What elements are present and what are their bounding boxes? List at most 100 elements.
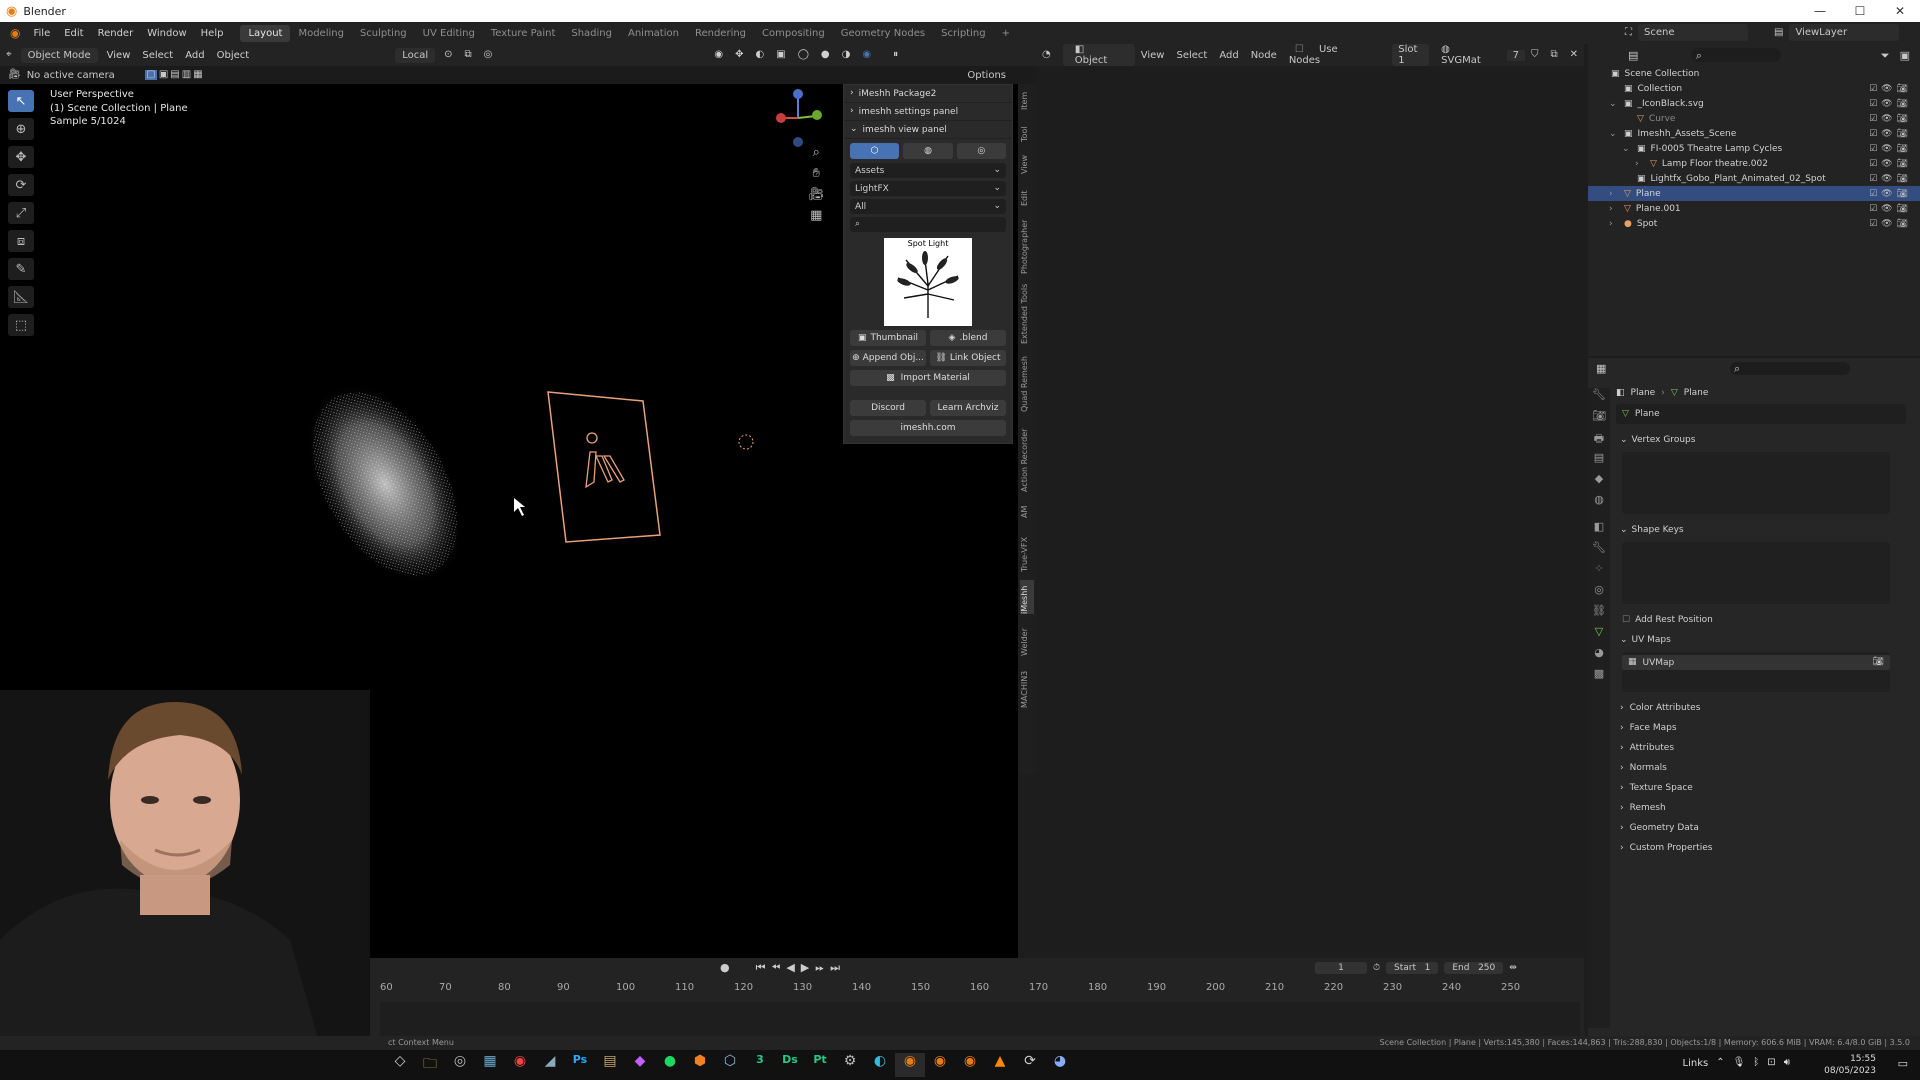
collapsed-section-header[interactable]: › Attributes	[1616, 738, 1906, 758]
tab-quad-remesh[interactable]: Quad Remesh	[1020, 352, 1034, 412]
collapsed-section-header[interactable]: › Normals	[1616, 758, 1906, 778]
node-menu-select[interactable]: Select	[1170, 50, 1213, 61]
collapsed-section-header[interactable]: › Remesh	[1616, 798, 1906, 818]
select-mode-intersect-icon[interactable]: ▦	[193, 70, 202, 80]
menu-add[interactable]: Add	[179, 48, 210, 63]
pause-render-icon[interactable]: ⏸	[887, 48, 904, 62]
uv-map-item[interactable]: ▦ UVMap 📷︎	[1622, 655, 1890, 670]
expand-arrow-icon[interactable]: ⌄	[1609, 129, 1619, 139]
network-icon[interactable]: ⊡	[1767, 1058, 1775, 1069]
tab-texture-paint[interactable]: Texture Paint	[483, 25, 564, 42]
node-menu-view[interactable]: View	[1135, 50, 1171, 61]
mode-dropdown[interactable]: Object Mode	[20, 47, 98, 63]
tab-am[interactable]: AM	[1020, 500, 1034, 518]
import-material-button[interactable]: ▩ Import Material	[850, 370, 1006, 386]
app-c-icon[interactable]: ◐	[865, 1053, 895, 1077]
visibility-toggle-icons[interactable]: ☑👁︎📷︎	[1869, 129, 1912, 139]
tab-rendering[interactable]: Rendering	[687, 25, 754, 42]
collapsed-section-header[interactable]: › Custom Properties	[1616, 838, 1906, 858]
select-mode-subtract-icon[interactable]: ▤	[170, 70, 179, 80]
tool-tab-icon[interactable]: 🔧︎	[1588, 388, 1610, 409]
tab-scripting[interactable]: Scripting	[933, 25, 993, 42]
render-tab-icon[interactable]: 📷︎	[1588, 409, 1610, 430]
collapsed-section-header[interactable]: › Geometry Data	[1616, 818, 1906, 838]
blender-menu-icon[interactable]: ◉	[0, 27, 26, 39]
shape-keys-header[interactable]: ⌄ Shape Keys	[1616, 520, 1906, 540]
chrome-icon[interactable]: ◉	[505, 1053, 535, 1077]
properties-editor-icon[interactable]: ▦	[1596, 363, 1606, 374]
outliner-row[interactable]: ⌄ ▣ FI-0005 Theatre Lamp Cycles ☑👁︎📷︎	[1588, 141, 1920, 156]
output-tab-icon[interactable]: 🖶︎	[1588, 430, 1610, 451]
active-camera-label[interactable]: No active camera	[27, 70, 115, 81]
current-frame-field[interactable]: 1	[1315, 962, 1367, 974]
pivot-icon[interactable]: ⊙	[438, 48, 458, 62]
preview-range-icon[interactable]: ⇹	[1509, 963, 1517, 973]
shading-material-icon[interactable]: ◑	[836, 48, 857, 62]
display-mode-icon[interactable]: ▤	[1628, 50, 1638, 61]
shading-wireframe-icon[interactable]: ◯	[792, 48, 815, 62]
visibility-toggle-icons[interactable]: ☑👁︎📷︎	[1869, 174, 1912, 184]
world-tab-icon[interactable]: ◍	[1588, 493, 1610, 514]
asset-thumbnail[interactable]: Spot Light	[884, 238, 972, 326]
render-camera-icon[interactable]: 📷︎	[1873, 658, 1884, 667]
tab-geometry-nodes[interactable]: Geometry Nodes	[833, 25, 933, 42]
snap-icon[interactable]: ⧉	[459, 48, 478, 62]
tab-imeshh[interactable]: iMeshh	[1020, 580, 1034, 614]
thumbnail-button[interactable]: ▣ Thumbnail	[850, 330, 926, 346]
spot-light-icon[interactable]	[738, 434, 754, 450]
node-menu-node[interactable]: Node	[1245, 50, 1283, 61]
expand-arrow-icon[interactable]: ›	[1609, 189, 1619, 199]
blender-taskbar-icon[interactable]: ◉	[895, 1053, 925, 1077]
tab-tool[interactable]: Tool	[1020, 120, 1034, 142]
clock[interactable]: 15:55 08/05/2023	[1824, 1053, 1876, 1077]
select-mode-invert-icon[interactable]: ▥	[182, 70, 191, 80]
imeshh-settings-header[interactable]: › imeshh settings panel	[844, 103, 1012, 121]
tab-photographer[interactable]: Photographer	[1020, 214, 1034, 274]
next-keyframe-icon[interactable]: ⏩︎	[815, 962, 824, 973]
particles-tab-icon[interactable]: ⁘	[1588, 562, 1610, 583]
menu-view[interactable]: View	[101, 48, 137, 63]
scene-field[interactable]: Scene	[1638, 24, 1748, 41]
timeline-track-area[interactable]	[380, 1002, 1580, 1040]
blender-taskbar-icon-3[interactable]: ◉	[955, 1053, 985, 1077]
object-tab-icon[interactable]: ◧	[1588, 520, 1610, 541]
properties-search-input[interactable]: ⌕	[1730, 361, 1850, 375]
photoshop-icon[interactable]: Ps	[565, 1053, 595, 1077]
editor-type-icon[interactable]: ⌖	[0, 48, 18, 62]
modifier-tab-icon[interactable]: 🔧︎	[1588, 541, 1610, 562]
minimize-button[interactable]: —	[1800, 0, 1840, 22]
outliner-row[interactable]: ▣ Collection ☑👁︎📷︎	[1588, 81, 1920, 96]
expand-arrow-icon[interactable]: ›	[1635, 159, 1645, 169]
expand-arrow-icon[interactable]: ›	[1609, 219, 1619, 229]
menu-object[interactable]: Object	[211, 48, 256, 63]
outliner-row[interactable]: ▣ Scene Collection	[1588, 66, 1920, 81]
spotify-icon[interactable]: ●	[655, 1053, 685, 1077]
blender-taskbar-icon-2[interactable]: ◉	[925, 1053, 955, 1077]
constraints-tab-icon[interactable]: ⛓︎	[1588, 604, 1610, 625]
record-icon[interactable]: ●	[720, 962, 730, 973]
outliner-row[interactable]: › ● Spot ☑👁︎📷︎	[1588, 216, 1920, 231]
imeshh-package-header[interactable]: › iMeshh Package2	[844, 85, 1012, 103]
world-assets-button[interactable]: ◎	[956, 143, 1006, 159]
blend-button[interactable]: ◈ .blend	[930, 330, 1006, 346]
vertex-groups-header[interactable]: ⌄ Vertex Groups	[1616, 430, 1906, 450]
jump-end-icon[interactable]: ⏭	[830, 962, 840, 973]
tray-chevron-icon[interactable]: ⌃	[1716, 1058, 1724, 1069]
vertex-groups-list[interactable]	[1622, 452, 1890, 514]
volume-icon[interactable]: 🔊︎	[1784, 1058, 1790, 1069]
selection-mode-icons[interactable]: ▢ ▣ ▤ ▥ ▦	[144, 70, 203, 80]
visibility-toggle-icons[interactable]: ☑👁︎📷︎	[1869, 84, 1912, 94]
outliner-row[interactable]: ⌄ ▣ Imeshh_Assets_Scene ☑👁︎📷︎	[1588, 126, 1920, 141]
prev-keyframe-icon[interactable]: ⏪︎	[772, 962, 781, 973]
tab-shading[interactable]: Shading	[563, 25, 620, 42]
affinity-icon[interactable]: ◆	[625, 1053, 655, 1077]
app-cube-icon[interactable]: ⬢	[685, 1053, 715, 1077]
visibility-toggle-icons[interactable]: ☑👁︎📷︎	[1869, 204, 1912, 214]
substance-painter-icon[interactable]: Pt	[805, 1053, 835, 1077]
visibility-toggle-icons[interactable]: ☑👁︎📷︎	[1869, 144, 1912, 154]
taskbar-app-icon[interactable]: ◇	[385, 1053, 415, 1077]
add-workspace-icon[interactable]: +	[994, 25, 1018, 42]
play-icon[interactable]: ▶	[801, 962, 809, 973]
jump-start-icon[interactable]: ⏮	[756, 962, 766, 973]
discord-icon[interactable]: ◕	[1045, 1053, 1075, 1077]
